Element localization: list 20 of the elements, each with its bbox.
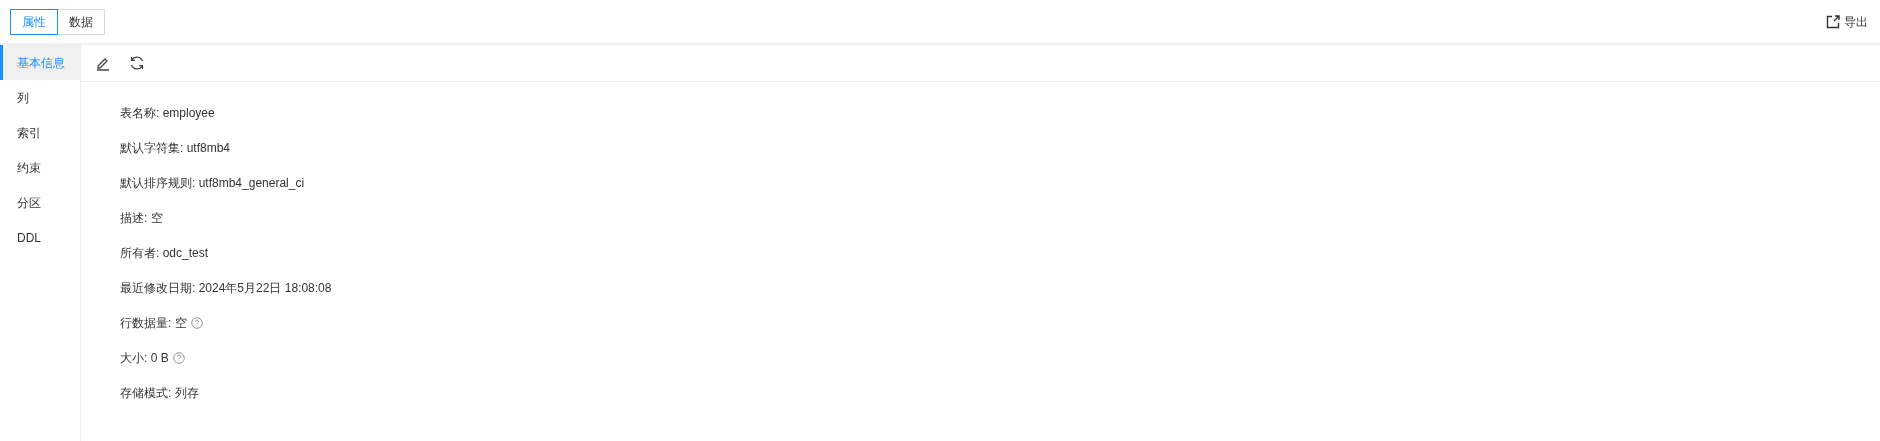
property-text: 大小: 0 B: [120, 350, 169, 367]
sidebar-item[interactable]: DDL: [0, 220, 80, 255]
property-text: 存储模式: 列存: [120, 385, 199, 402]
sidebar-item[interactable]: 约束: [0, 150, 80, 185]
export-button[interactable]: 导出: [1826, 12, 1868, 31]
property-text: 行数据量: 空: [120, 315, 187, 332]
property-text: 最近修改日期: 2024年5月22日 18:08:08: [120, 280, 332, 297]
help-icon[interactable]: [190, 317, 203, 329]
property-text: 表名称: employee: [120, 105, 215, 122]
refresh-icon[interactable]: [129, 55, 145, 71]
help-icon[interactable]: [172, 352, 185, 364]
property-text: 描述: 空: [120, 210, 163, 227]
export-icon: [1826, 14, 1840, 29]
sidebar-item[interactable]: 列: [0, 80, 80, 115]
sidebar-item[interactable]: 分区: [0, 185, 80, 220]
tab[interactable]: 数据: [57, 8, 105, 35]
property-text: 默认排序规则: utf8mb4_general_ci: [120, 175, 305, 192]
property-text: 默认字符集: utf8mb4: [120, 140, 231, 157]
property-text: 所有者: odc_test: [120, 245, 209, 262]
sidebar-item[interactable]: 索引: [0, 115, 80, 150]
